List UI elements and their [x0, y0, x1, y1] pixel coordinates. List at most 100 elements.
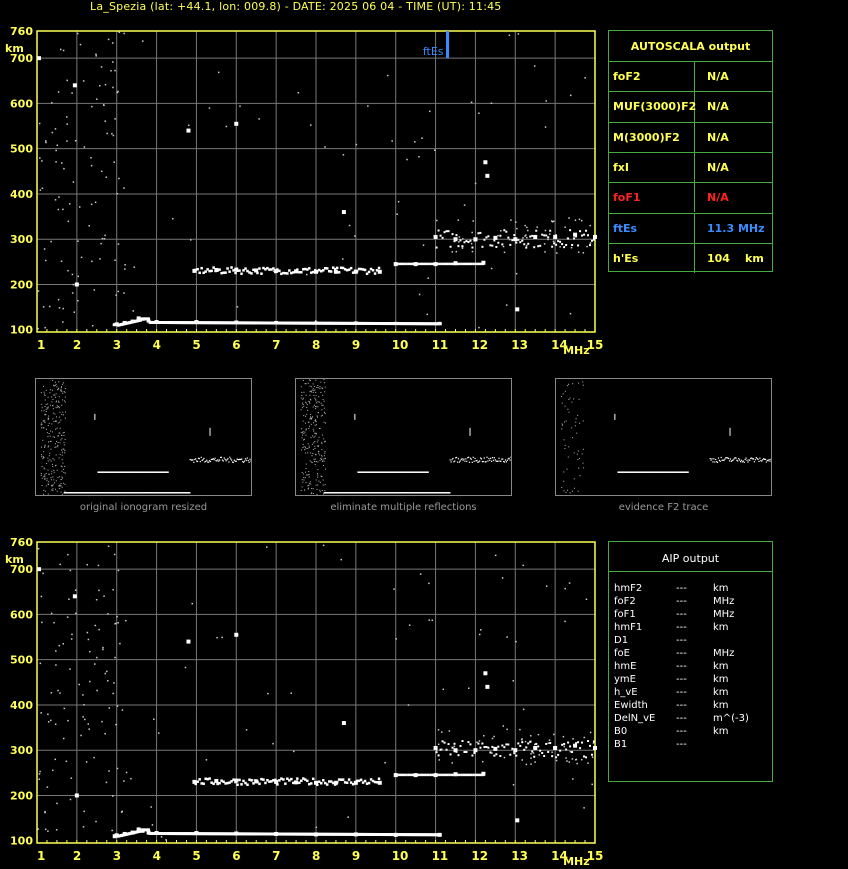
thumbnail-point — [491, 457, 494, 459]
thumbnail-point — [42, 439, 44, 441]
thumbnail-point — [48, 473, 50, 475]
noise-point — [589, 242, 592, 244]
noise-point — [530, 753, 532, 755]
noise-point — [502, 725, 505, 727]
trace-point — [441, 740, 444, 743]
thumbnail-point — [310, 418, 312, 420]
thumbnail-point — [55, 464, 57, 466]
noise-point — [91, 324, 94, 327]
thumbnail-point — [508, 457, 510, 459]
thumbnail-point — [745, 457, 747, 459]
trace-point — [481, 773, 485, 777]
thumbnail-point — [45, 472, 47, 474]
noise-point — [478, 112, 480, 115]
trace-point — [481, 245, 484, 248]
thumbnail-point — [744, 458, 746, 461]
trace-point — [214, 780, 217, 784]
noise-point — [123, 32, 125, 35]
thumbnail-point — [312, 391, 314, 393]
thumbnail-point — [303, 405, 305, 407]
trace-point — [459, 239, 462, 242]
thumbnail-point — [320, 457, 322, 459]
noise-point — [43, 248, 46, 250]
thumbnail-point — [58, 401, 60, 403]
aip-param-label: B0 — [614, 726, 628, 737]
thumbnail-point — [312, 428, 314, 430]
divider — [609, 182, 772, 184]
noise-point — [537, 733, 540, 736]
noise-point — [552, 220, 555, 223]
trace-point — [525, 746, 528, 749]
noise-point — [99, 258, 101, 260]
thumbnail-point — [509, 459, 511, 461]
y-tick-label: 500 — [10, 143, 33, 156]
thumbnail-point — [319, 388, 321, 390]
thumbnail-point — [317, 385, 319, 387]
noise-point — [63, 707, 66, 710]
trace-point — [529, 235, 532, 238]
thumbnail-point — [315, 405, 317, 407]
noise-point — [108, 707, 111, 709]
thumbnail-point — [231, 459, 233, 461]
trace-point — [367, 781, 371, 785]
trace-point — [557, 753, 560, 756]
autoscala-param-value: N/A — [707, 160, 729, 174]
trace-point — [461, 245, 464, 248]
thumbnail-point — [43, 476, 45, 478]
thumbnail-point — [325, 468, 327, 470]
thumbnail-point — [302, 379, 304, 381]
noise-point — [121, 709, 124, 711]
noise-point — [56, 144, 59, 147]
thumbnail-point — [308, 428, 310, 430]
noise-point — [117, 622, 119, 624]
thumbnail-point — [573, 487, 575, 489]
thumbnail-point — [497, 460, 499, 462]
thumbnail-point — [312, 493, 314, 495]
thumbnail-point — [313, 390, 315, 392]
noise-point — [589, 224, 591, 227]
noise-point — [71, 292, 74, 294]
thumbnail-point — [200, 456, 202, 458]
noise-point — [51, 131, 54, 134]
thumbnail-point — [567, 408, 569, 410]
noise-point — [418, 155, 420, 158]
noise-point — [60, 260, 63, 262]
noise-point — [421, 137, 423, 139]
thumbnail-point — [314, 463, 316, 465]
thumbnail-point — [51, 473, 53, 475]
thumbnail-point — [55, 396, 57, 398]
thumbnail-point — [54, 482, 56, 484]
trace-point — [333, 783, 337, 786]
thumbnail-point — [764, 458, 767, 461]
thumbnail-point — [449, 459, 451, 461]
thumbnail-point — [44, 414, 46, 416]
trace-point — [491, 745, 494, 748]
noise-point — [45, 141, 47, 144]
noise-point — [67, 553, 69, 556]
thumbnail-point — [44, 478, 46, 480]
noise-point — [98, 628, 100, 631]
thumbnail-point — [250, 460, 251, 462]
trace-point — [72, 594, 77, 599]
noise-point — [461, 238, 464, 240]
noise-point — [564, 620, 566, 623]
thumbnail-point — [319, 386, 321, 388]
trace-point — [312, 777, 315, 781]
trace-point — [457, 262, 461, 266]
trace-point — [577, 741, 580, 744]
trace-point — [252, 782, 255, 785]
thumbnail-point — [64, 452, 66, 454]
thumbnail-point — [314, 441, 316, 443]
thumbnail-point — [309, 391, 311, 393]
thumbnail-point — [55, 454, 57, 456]
trace-point — [226, 267, 229, 270]
noise-point — [545, 100, 547, 102]
noise-point — [75, 612, 77, 615]
thumbnail-point — [465, 458, 467, 460]
noise-point — [112, 86, 114, 89]
thumbnail-point — [728, 460, 731, 462]
noise-point — [572, 738, 574, 740]
noise-point — [563, 745, 566, 748]
thumbnail-point — [63, 391, 65, 393]
noise-point — [453, 745, 456, 748]
